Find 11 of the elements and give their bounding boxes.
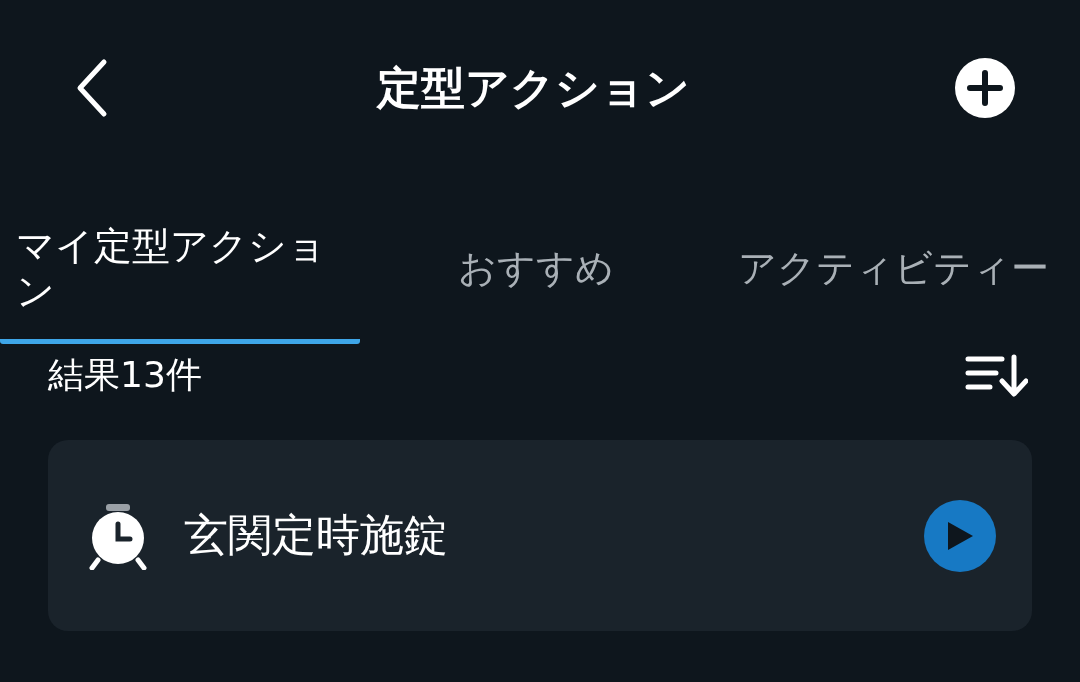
routine-card[interactable]: 玄関定時施錠: [48, 440, 1032, 631]
tab[interactable]: アクティビティー: [738, 224, 1078, 344]
add-icon: [954, 57, 1016, 119]
add-button[interactable]: [954, 57, 1016, 119]
routine-name: 玄関定時施錠: [184, 508, 449, 562]
page-title: 定型アクション: [376, 60, 690, 115]
tab[interactable]: おすすめ: [458, 224, 678, 344]
alarm-clock-icon: [88, 501, 148, 570]
play-icon: [945, 519, 975, 552]
tab[interactable]: マイ定型アクション: [0, 224, 360, 344]
result-count: 結果13件: [48, 352, 202, 397]
